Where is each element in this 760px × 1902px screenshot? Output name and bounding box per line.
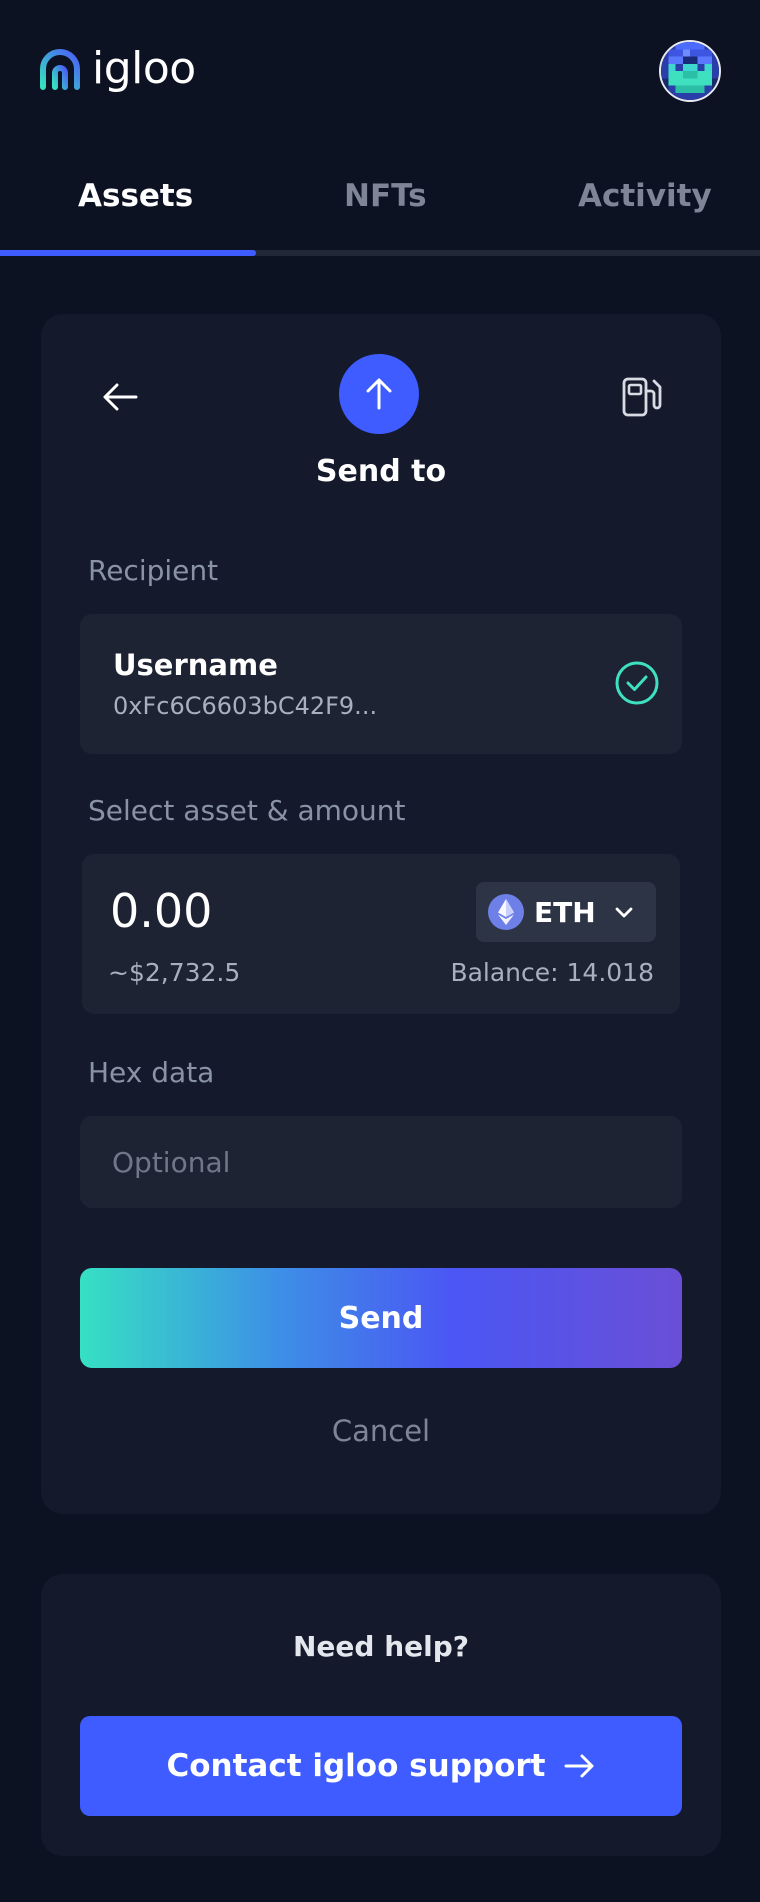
recipient-label: Recipient <box>88 554 219 587</box>
tab-nfts[interactable]: NFTs <box>344 178 427 214</box>
send-indicator <box>339 354 419 434</box>
contact-support-button[interactable]: Contact igloo support <box>80 1716 682 1816</box>
asset-balance: Balance: 14.018 <box>450 958 654 987</box>
ethereum-icon <box>488 894 524 930</box>
amount-usd-value: ~$2,732.5 <box>108 958 241 987</box>
gas-settings-button[interactable] <box>611 366 673 428</box>
back-button[interactable] <box>91 368 149 426</box>
amount-field: 0.00 ~$2,732.5 ETH Balance: 14.018 <box>82 854 680 1014</box>
asset-amount-label: Select asset & amount <box>88 794 406 827</box>
amount-input[interactable]: 0.00 <box>110 884 212 938</box>
arrow-left-icon <box>103 383 138 411</box>
hex-data-input[interactable] <box>80 1116 682 1208</box>
tab-activity[interactable]: Activity <box>578 178 712 214</box>
send-title: Send to <box>315 454 447 489</box>
gas-pump-icon <box>622 377 662 417</box>
avatar[interactable] <box>659 40 721 102</box>
arrow-right-icon <box>564 1754 594 1778</box>
asset-select[interactable]: ETH <box>476 882 656 942</box>
app-name: igloo <box>92 43 196 94</box>
cancel-button[interactable]: Cancel <box>41 1414 721 1448</box>
recipient-name: Username <box>113 648 278 682</box>
chevron-down-icon <box>615 907 633 918</box>
send-button[interactable]: Send <box>80 1268 682 1368</box>
igloo-logo-icon <box>40 49 80 90</box>
hex-data-field <box>80 1116 682 1208</box>
check-circle-icon <box>615 661 659 705</box>
recipient-address: 0xFc6C6603bC42F9... <box>113 692 378 720</box>
tab-assets[interactable]: Assets <box>78 178 193 214</box>
recipient-field[interactable]: Username 0xFc6C6603bC42F9... <box>80 614 682 754</box>
tab-bar: Assets NFTs Activity <box>0 160 760 256</box>
hex-data-label: Hex data <box>88 1056 215 1089</box>
help-title: Need help? <box>292 1630 469 1663</box>
tab-active-indicator <box>0 250 256 256</box>
app-header: igloo <box>0 0 760 145</box>
asset-code: ETH <box>534 895 596 929</box>
arrow-up-icon <box>366 378 392 410</box>
igloo-logo[interactable]: igloo <box>38 47 196 91</box>
help-card: Need help? Contact igloo support <box>41 1574 721 1856</box>
send-card: Send to Recipient Username 0xFc6C6603bC4… <box>41 314 721 1514</box>
contact-support-label: Contact igloo support <box>166 1748 546 1784</box>
avatar-pixel-icon <box>661 42 719 100</box>
